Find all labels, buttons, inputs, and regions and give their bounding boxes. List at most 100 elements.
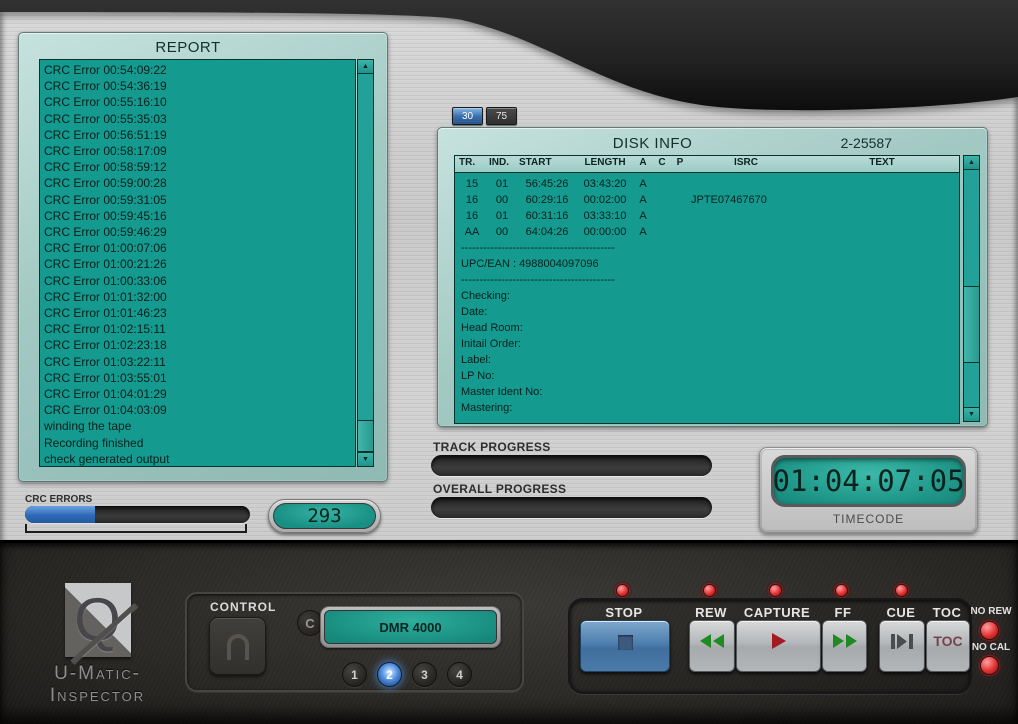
branding: Q U-Matic- Inspector (30, 583, 165, 707)
cue-led (895, 584, 908, 597)
field-label: Label: (455, 352, 959, 368)
disk-scrollbar[interactable]: ▲ ▼ (963, 155, 980, 422)
transport-group: STOP REW CAPTURE FF CUE TOC (568, 598, 972, 694)
crc-errors-scale (25, 524, 247, 533)
play-icon (771, 633, 787, 649)
report-item: CRC Error 01:03:55:01 (44, 370, 355, 386)
col-text: TEXT (805, 157, 959, 171)
report-item: CRC Error 00:54:09:22 (44, 62, 355, 78)
stop-label: STOP (605, 605, 642, 620)
separator-line: ----------------------------------------… (455, 272, 959, 288)
report-item: CRC Error 00:58:59:12 (44, 159, 355, 175)
report-scroll-thumb[interactable] (358, 420, 373, 452)
rew-led (703, 584, 716, 597)
device-lcd: DMR 4000 (320, 606, 501, 648)
report-item: CRC Error 00:55:35:03 (44, 111, 355, 127)
timecode-display-unit: 01:04:07:05 TIMECODE (759, 447, 978, 533)
stop-led (616, 584, 629, 597)
report-item: CRC Error 00:59:45:16 (44, 208, 355, 224)
field-label: Date: (455, 304, 959, 320)
track-row: AA0064:04:2600:00:00A (455, 224, 959, 240)
track-row: 150156:45:2603:43:20A (455, 176, 959, 192)
report-item: CRC Error 00:59:00:28 (44, 175, 355, 191)
capture-label: CAPTURE (744, 605, 810, 620)
field-label: LP No: (455, 368, 959, 384)
report-title: REPORT (19, 39, 357, 56)
tape-shell-icon (227, 634, 249, 660)
cue-button[interactable] (879, 620, 925, 672)
crc-count-lcd: 293 (273, 503, 376, 529)
track-progress-label: TRACK PROGRESS (433, 440, 551, 454)
report-item: CRC Error 01:01:32:00 (44, 289, 355, 305)
no-rew-led (980, 621, 999, 640)
channel-4-button[interactable]: 4 (447, 662, 472, 687)
no-rew-label: NO REW (964, 606, 1018, 617)
field-label: Mastering: (455, 400, 959, 416)
crc-errors-fill (25, 506, 95, 523)
channel-2-button[interactable]: 2 (377, 662, 402, 687)
report-panel: REPORT CRC Error 00:54:09:22 CRC Error 0… (18, 32, 388, 482)
col-isrc: ISRC (691, 157, 801, 171)
disk-info-title: DISK INFO (438, 135, 867, 152)
report-item: CRC Error 01:04:01:29 (44, 386, 355, 402)
track-row: 160160:31:1603:33:10A (455, 208, 959, 224)
crc-errors-label: CRC ERRORS (25, 494, 92, 505)
overall-progress-bar (431, 497, 712, 518)
disk-table: TR. IND. START LENGTH A C P ISRC TEXT 15… (454, 155, 960, 424)
overall-progress-label: OVERALL PROGRESS (433, 482, 566, 496)
scroll-down-icon[interactable]: ▼ (964, 407, 979, 421)
scroll-down-icon[interactable]: ▼ (358, 452, 373, 466)
channel-3-button[interactable]: 3 (412, 662, 437, 687)
disk-scroll-thumb[interactable] (964, 286, 979, 363)
tape-length-75-button[interactable]: 75 (486, 107, 517, 125)
stop-button[interactable] (580, 620, 670, 672)
toc-label: TOC (933, 605, 962, 620)
rew-label: REW (695, 605, 727, 620)
track-row: 160060:29:1600:02:00AJPTE07467670 (455, 192, 959, 208)
control-button[interactable] (209, 617, 266, 675)
scroll-up-icon[interactable]: ▲ (964, 156, 979, 170)
tape-length-switch: 30 75 (452, 107, 517, 125)
cue-icon (891, 634, 913, 649)
field-label: Initail Order: (455, 336, 959, 352)
report-item: check generated output (44, 451, 355, 467)
brand-line-1: U-Matic- (30, 663, 165, 685)
report-item: CRC Error 01:00:21:26 (44, 256, 355, 272)
ff-button[interactable] (822, 620, 867, 672)
disk-table-header: TR. IND. START LENGTH A C P ISRC TEXT (455, 156, 959, 173)
report-item: CRC Error 01:02:23:18 (44, 337, 355, 353)
ff-label: FF (835, 605, 852, 620)
no-cal-led (980, 656, 999, 675)
bottom-deck: Q U-Matic- Inspector CONTROL C DMR 4000 … (0, 540, 1018, 724)
control-group: CONTROL C DMR 4000 1 2 3 4 (185, 592, 524, 692)
report-item: CRC Error 00:59:46:29 (44, 224, 355, 240)
no-cal-label: NO CAL (964, 642, 1018, 653)
stop-icon (618, 635, 633, 650)
report-item: Recording finished (44, 435, 355, 451)
report-item: CRC Error 00:54:36:19 (44, 78, 355, 94)
rew-button[interactable] (689, 620, 735, 672)
timecode-value: 01:04:07:05 (772, 464, 964, 498)
scroll-up-icon[interactable]: ▲ (358, 60, 373, 74)
report-item: CRC Error 01:02:15:11 (44, 321, 355, 337)
report-item: CRC Error 01:03:22:11 (44, 354, 355, 370)
track-progress-bar (431, 455, 712, 476)
capture-led (769, 584, 782, 597)
col-p: P (673, 157, 687, 171)
capture-button[interactable] (736, 620, 821, 672)
field-label: Head Room: (455, 320, 959, 336)
report-item: CRC Error 01:01:46:23 (44, 305, 355, 321)
channel-1-button[interactable]: 1 (342, 662, 367, 687)
toc-button-text: TOC (933, 633, 962, 649)
brand-line-2: Inspector (30, 685, 165, 707)
disk-table-body: 150156:45:2603:43:20A 160060:29:1600:02:… (455, 173, 959, 416)
crc-errors-bar (25, 506, 250, 523)
report-scrollbar[interactable]: ▲ ▼ (357, 59, 374, 467)
report-item: winding the tape (44, 418, 355, 434)
control-label: CONTROL (210, 600, 276, 614)
device-name: DMR 4000 (324, 610, 497, 644)
col-c: C (655, 157, 669, 171)
tape-length-30-button[interactable]: 30 (452, 107, 483, 125)
report-item: CRC Error 00:59:31:05 (44, 192, 355, 208)
disk-info-panel: DISK INFO 2-25587 TR. IND. START LENGTH … (437, 127, 988, 427)
